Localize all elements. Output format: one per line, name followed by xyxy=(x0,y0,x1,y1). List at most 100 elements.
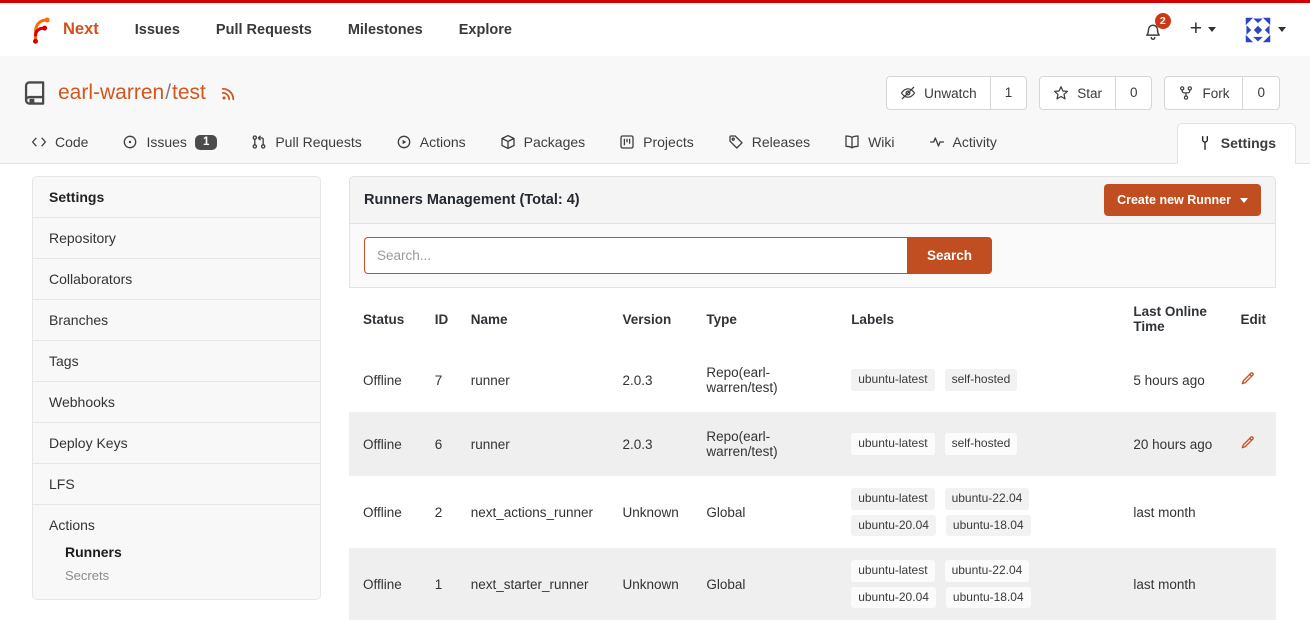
column-header: Type xyxy=(696,290,841,348)
star-icon xyxy=(1053,85,1069,101)
repo-name-link[interactable]: test xyxy=(172,81,206,104)
table-row: Offline 6 runner 2.0.3 Repo(earl-warren/… xyxy=(349,412,1276,476)
top-navbar: Next Issues Pull Requests Milestones Exp… xyxy=(0,0,1310,56)
repo-tabs: Code Issues 1 Pull Requests xyxy=(0,110,1310,163)
sidebar-subitem-runners[interactable]: Runners xyxy=(33,540,320,564)
runner-status: Offline xyxy=(349,412,425,476)
search-input[interactable] xyxy=(364,237,907,274)
repo-header: earl-warren/test xyxy=(0,56,1310,164)
runner-id: 1 xyxy=(425,548,461,620)
runner-last-online: last month xyxy=(1123,476,1230,548)
runner-label-chip: self-hosted xyxy=(945,433,1018,455)
nav-pull-requests[interactable]: Pull Requests xyxy=(216,22,312,38)
chevron-down-icon xyxy=(1240,198,1248,203)
fork-count[interactable]: 0 xyxy=(1242,77,1279,109)
star-count[interactable]: 0 xyxy=(1115,77,1152,109)
column-header: Status xyxy=(349,290,425,348)
runner-labels: ubuntu-latestubuntu-22.04ubuntu-20.04ubu… xyxy=(841,548,1123,620)
create-runner-button[interactable]: Create new Runner xyxy=(1104,184,1261,216)
fork-button[interactable]: Fork xyxy=(1165,77,1242,109)
tab-releases[interactable]: Releases xyxy=(711,124,827,163)
tab-issues[interactable]: Issues 1 xyxy=(105,124,234,163)
runner-labels: ubuntu-latestself-hosted xyxy=(841,412,1123,476)
sidebar-item-repository[interactable]: Repository xyxy=(33,218,320,259)
tab-wiki[interactable]: Wiki xyxy=(827,124,911,163)
sidebar-item-tags[interactable]: Tags xyxy=(33,341,320,382)
runners-panel: Runners Management (Total: 4) Create new… xyxy=(349,176,1276,620)
sidebar-item-lfs[interactable]: LFS xyxy=(33,464,320,505)
runner-label-chip: ubuntu-latest xyxy=(851,369,934,391)
play-circle-icon xyxy=(396,134,412,150)
create-runner-label: Create new Runner xyxy=(1117,193,1231,207)
runner-label-chip: ubuntu-18.04 xyxy=(946,515,1031,537)
runner-labels: ubuntu-latestself-hosted xyxy=(841,348,1123,412)
tab-activity[interactable]: Activity xyxy=(912,124,1014,163)
runner-type: Repo(earl-warren/test) xyxy=(696,348,841,412)
pulse-icon xyxy=(929,134,945,150)
tab-code[interactable]: Code xyxy=(14,124,105,163)
sidebar-item-collaborators[interactable]: Collaborators xyxy=(33,259,320,300)
pencil-icon xyxy=(1240,371,1255,386)
runner-id: 2 xyxy=(425,476,461,548)
tab-packages[interactable]: Packages xyxy=(483,124,602,163)
runner-type: Global xyxy=(696,476,841,548)
repo-separator: / xyxy=(165,81,171,104)
sidebar-item-actions[interactable]: Actions xyxy=(33,516,320,540)
tab-actions[interactable]: Actions xyxy=(379,124,483,163)
user-menu-button[interactable] xyxy=(1244,16,1286,44)
repo-owner-link[interactable]: earl-warren xyxy=(58,81,164,104)
unwatch-label: Unwatch xyxy=(924,86,977,101)
runner-name: next_actions_runner xyxy=(461,476,613,548)
watch-count[interactable]: 1 xyxy=(990,77,1027,109)
nav-issues[interactable]: Issues xyxy=(135,22,180,38)
edit-runner-button[interactable] xyxy=(1240,371,1255,386)
unwatch-button[interactable]: Unwatch xyxy=(887,77,990,109)
watch-button-group: Unwatch 1 xyxy=(886,76,1027,110)
sidebar-item-deploy-keys[interactable]: Deploy Keys xyxy=(33,423,320,464)
settings-sidebar: Settings Repository Collaborators Branch… xyxy=(32,176,321,600)
notifications-button[interactable]: 2 xyxy=(1144,19,1162,41)
runner-label-chip: ubuntu-22.04 xyxy=(945,488,1030,510)
forgejo-logo-icon xyxy=(24,15,54,45)
tab-label: Actions xyxy=(420,134,466,150)
runner-name: runner xyxy=(461,412,613,476)
nav-milestones[interactable]: Milestones xyxy=(348,22,423,38)
sidebar-item-branches[interactable]: Branches xyxy=(33,300,320,341)
rss-icon[interactable] xyxy=(220,84,238,102)
search-button[interactable]: Search xyxy=(907,237,992,274)
tab-label: Packages xyxy=(524,134,585,150)
runner-label-chip: ubuntu-18.04 xyxy=(946,587,1031,609)
book-icon xyxy=(844,134,860,150)
column-header: Last Online Time xyxy=(1123,290,1230,348)
runner-type: Global xyxy=(696,548,841,620)
sidebar-group-actions: Actions Runners Secrets xyxy=(33,505,320,599)
runner-table-body: Offline 7 runner 2.0.3 Repo(earl-warren/… xyxy=(349,348,1276,620)
tab-label: Settings xyxy=(1221,135,1276,151)
issues-count-badge: 1 xyxy=(195,135,217,150)
create-menu-button[interactable]: + xyxy=(1190,20,1216,39)
runner-edit-cell xyxy=(1230,476,1276,548)
sidebar-item-webhooks[interactable]: Webhooks xyxy=(33,382,320,423)
sidebar-subitem-secrets[interactable]: Secrets xyxy=(33,564,320,587)
runner-version: Unknown xyxy=(613,548,697,620)
column-header: Name xyxy=(461,290,613,348)
star-button[interactable]: Star xyxy=(1040,77,1115,109)
nav-explore[interactable]: Explore xyxy=(459,22,512,38)
plus-icon: + xyxy=(1190,18,1202,39)
runner-type: Repo(earl-warren/test) xyxy=(696,412,841,476)
column-header: Edit xyxy=(1230,290,1276,348)
page-title: Runners Management (Total: 4) xyxy=(364,192,580,208)
sidebar-header: Settings xyxy=(33,177,320,218)
chevron-down-icon xyxy=(1278,27,1286,32)
edit-runner-button[interactable] xyxy=(1240,435,1255,450)
star-button-group: Star 0 xyxy=(1039,76,1152,110)
tab-pull-requests[interactable]: Pull Requests xyxy=(234,124,378,163)
runner-label-chip: ubuntu-20.04 xyxy=(851,587,936,609)
tab-settings[interactable]: Settings xyxy=(1177,123,1296,164)
tag-icon xyxy=(728,134,744,150)
runner-label-chip: ubuntu-latest xyxy=(851,560,934,582)
home-brand[interactable]: Next xyxy=(24,15,99,45)
tab-projects[interactable]: Projects xyxy=(602,124,711,163)
tab-label: Pull Requests xyxy=(275,134,361,150)
navbar-right: 2 + xyxy=(1144,16,1286,44)
